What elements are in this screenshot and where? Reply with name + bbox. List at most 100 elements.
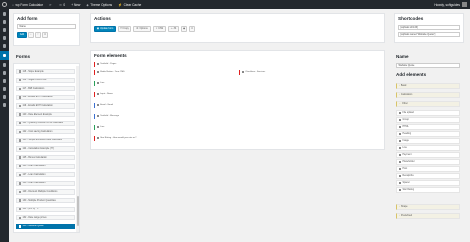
- element-name-input[interactable]: Website Quote: [396, 63, 460, 68]
- form-icon: [18, 78, 21, 82]
- form-element-services[interactable]: Checkbox - Services: [239, 70, 374, 75]
- form-list-item-label: 124 - Calculation Example (77): [22, 147, 55, 150]
- form-element-name[interactable]: Input - Name: [94, 92, 229, 97]
- bolt-icon: ⚡: [118, 2, 123, 7]
- menu-form-calculator-icon[interactable]: [0, 51, 9, 60]
- form-list-item-label: 121 - Quantity Discount Price Calculator: [22, 122, 64, 125]
- add-element-basic[interactable]: › Basic: [396, 83, 460, 89]
- form-list-item[interactable]: 121 - Quantity Discount Price Calculator: [16, 120, 75, 126]
- menu-pages-icon[interactable]: [0, 35, 9, 41]
- new-content-link[interactable]: + New: [71, 3, 80, 7]
- my-account[interactable]: Howdy, softguides: [434, 0, 467, 9]
- form-list-item[interactable]: 117 - BMI Calculation: [16, 86, 75, 92]
- add-element-other[interactable]: ⌄ Other: [396, 101, 460, 107]
- clear-cache-link[interactable]: ⚡ Clear Cache: [118, 3, 141, 7]
- menu-appearance-icon[interactable]: [0, 62, 9, 68]
- form-element-line-2[interactable]: Line: [94, 125, 229, 130]
- form-list-item[interactable]: 116 - Vegan Food Price: [16, 77, 75, 83]
- menu-comments-icon[interactable]: [0, 43, 9, 49]
- form-list-item[interactable]: 119 - Emails EXIT Calculation: [16, 103, 75, 109]
- add-element-recaptcha[interactable]: Recaptcha: [396, 173, 460, 179]
- site-name-link[interactable]: ⌂ wp Form Calculator: [12, 3, 43, 7]
- add-form-button[interactable]: Add: [17, 32, 27, 38]
- add-element-predefined[interactable]: › Predefined: [396, 213, 460, 219]
- star-icon: [97, 137, 99, 140]
- menu-media-icon[interactable]: [0, 27, 9, 33]
- form-element-cms[interactable]: Radio Button - Your CMS: [94, 70, 229, 75]
- form-list-item[interactable]: 122 - Cost saving Calculation: [16, 129, 75, 135]
- theme-options-link[interactable]: ◆ Theme Options: [86, 3, 112, 7]
- form-list-item[interactable]: 128 - Loan Calculation: [16, 180, 75, 186]
- form-list-item[interactable]: 118 - Emails EXIT Calculation: [16, 94, 75, 100]
- js-button[interactable]: ‹› JS: [168, 26, 179, 32]
- form-list-item[interactable]: 120 - Date Element Example: [16, 112, 75, 118]
- import-button[interactable]: ↓: [28, 32, 34, 38]
- form-list-item[interactable]: 125 - Bonus Calculation: [16, 155, 75, 161]
- shortcode-id-field[interactable]: [wpfcalc id=133]: [398, 25, 460, 30]
- add-element-calculation[interactable]: › Calculation: [396, 92, 460, 98]
- add-form-title: Add form: [17, 16, 38, 21]
- add-element-heading[interactable]: Heading: [396, 131, 460, 137]
- css-icon: ⌗: [155, 27, 158, 31]
- add-element-line[interactable]: Line: [396, 145, 460, 151]
- forms-scrollbar-thumb[interactable]: [76, 196, 79, 226]
- add-element-shape[interactable]: › Shape: [396, 204, 460, 210]
- form-icon: [18, 130, 21, 134]
- menu-settings-icon[interactable]: [0, 94, 9, 100]
- form-list-item[interactable]: 130 - Multiple Product Quantities: [16, 198, 75, 204]
- form-element-pages[interactable]: Textfield - Pages: [94, 62, 229, 67]
- line-icon: [97, 82, 99, 85]
- copy-button[interactable]: ❐ Copy: [118, 26, 131, 32]
- form-list-item[interactable]: 132 - Date range prices: [16, 215, 75, 221]
- form-element-email[interactable]: Email - Email: [94, 103, 229, 108]
- form-list-item[interactable]: 115 - Slope Example: [16, 69, 75, 75]
- form-list-item[interactable]: 127 - Loan Calculation: [16, 172, 75, 178]
- menu-dashboard-icon[interactable]: [0, 11, 9, 17]
- trash-icon: ✕: [190, 27, 193, 31]
- add-element-post[interactable]: Post: [396, 166, 460, 172]
- add-element-image[interactable]: Image: [396, 138, 460, 144]
- reset-button[interactable]: ✕: [42, 32, 48, 38]
- comments-link[interactable]: ✉ 0: [59, 3, 65, 7]
- add-element-html[interactable]: HTML: [396, 124, 460, 130]
- add-element-star-rating[interactable]: Star Rating: [396, 187, 460, 193]
- form-list-item[interactable]: 124 - Calculation Example (77): [16, 146, 75, 152]
- menu-posts-icon[interactable]: [0, 19, 9, 25]
- options-button[interactable]: ⚙ Options: [133, 26, 151, 32]
- export-button[interactable]: ↑: [35, 32, 41, 38]
- form-icon: [18, 173, 21, 177]
- update-form-button[interactable]: ▣ Update form: [94, 26, 116, 32]
- menu-collapse-icon[interactable]: [0, 102, 9, 108]
- css-button[interactable]: ⌗ CSS: [153, 26, 166, 32]
- form-list-item[interactable]: 133 - Website Quote: [16, 223, 75, 229]
- form-element-message[interactable]: Textfield - Message: [94, 114, 229, 119]
- add-element-group[interactable]: Group: [396, 117, 460, 123]
- add-element-file-upload[interactable]: File upload: [396, 110, 460, 116]
- form-list-item[interactable]: 129 - Discount Multiple Conditions: [16, 189, 75, 195]
- upload-icon: [399, 111, 401, 114]
- updates-link[interactable]: ⟳: [49, 3, 53, 7]
- forms-title: Forms: [16, 54, 31, 59]
- form-name-input[interactable]: Name: [17, 24, 76, 29]
- form-element-rating[interactable]: Star Rating - How would you rate us?: [94, 136, 229, 141]
- wordpress-logo-icon[interactable]: [0, 0, 9, 9]
- chevron-right-icon: ›: [399, 205, 400, 208]
- delete-form-button[interactable]: ✕: [189, 26, 195, 32]
- menu-tools-icon[interactable]: [0, 86, 9, 92]
- form-element-line-1[interactable]: Line: [94, 81, 229, 86]
- add-element-payment[interactable]: Payment: [396, 152, 460, 158]
- shortcode-name-field[interactable]: [wpfcalc name="Website Quote"]: [398, 32, 460, 37]
- add-element-spacer[interactable]: Spacer: [396, 180, 460, 186]
- form-list-item[interactable]: 131 - (a + b) * c: [16, 206, 75, 212]
- copy-icon: ❐: [120, 27, 123, 31]
- menu-users-icon[interactable]: [0, 78, 9, 84]
- form-list-item-label: 126 - Loan Calculation: [22, 165, 46, 168]
- form-list-item[interactable]: 126 - Loan Calculation: [16, 163, 75, 169]
- preview-button[interactable]: ◉: [181, 26, 187, 32]
- add-element-placeholder[interactable]: Placeholder: [396, 159, 460, 165]
- menu-plugins-icon[interactable]: [0, 70, 9, 76]
- form-list-item-label: 130 - Multiple Product Quantities: [22, 199, 56, 202]
- forms-scrollbar[interactable]: [76, 66, 79, 232]
- form-list-item[interactable]: 123 - Simple Exclusive Rate Calculator: [16, 137, 75, 143]
- radio-icon: [97, 71, 99, 74]
